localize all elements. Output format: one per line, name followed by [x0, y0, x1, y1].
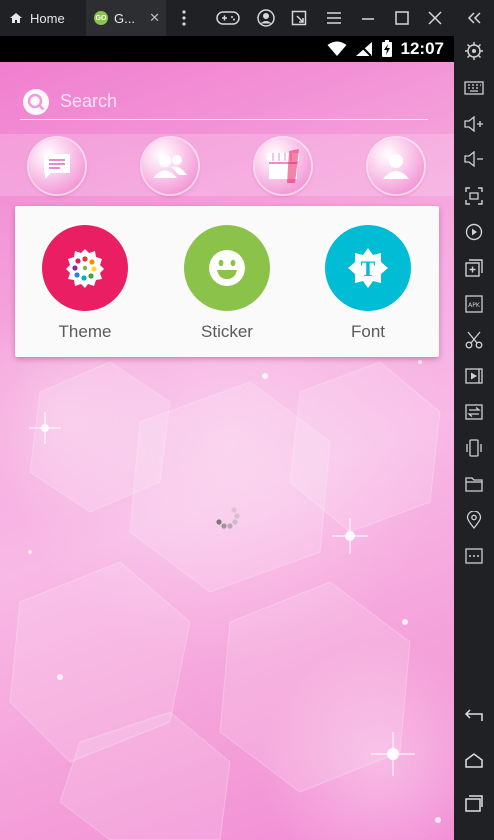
settings-icon[interactable]	[464, 41, 484, 61]
recents-icon[interactable]	[464, 793, 484, 813]
android-status-bar: 12:07	[0, 36, 454, 62]
emulator-window: Home GO G... ✕ 12:07 Search Theme Sticke…	[0, 0, 494, 840]
shortcut-theme-label: Theme	[58, 322, 112, 341]
search-bar[interactable]	[20, 84, 428, 120]
signal-off-icon	[355, 41, 372, 57]
keyboard-icon[interactable]	[464, 78, 484, 98]
tab-app-label: G...	[114, 10, 135, 26]
loading-spinner-icon	[212, 502, 242, 532]
close-icon[interactable]	[425, 8, 445, 28]
tab-close-icon[interactable]: ✕	[149, 10, 160, 26]
emulator-tab-bar: Home GO G... ✕	[0, 0, 494, 36]
collapse-sidebar-icon[interactable]	[454, 0, 494, 36]
apk-icon[interactable]: APK	[464, 294, 484, 314]
font-icon-glyph: T	[361, 256, 376, 281]
volume-down-icon[interactable]	[464, 149, 484, 169]
add-app-icon[interactable]	[464, 258, 484, 278]
launcher-screen: Theme Sticker T Font	[0, 62, 454, 840]
shortcut-card: Theme Sticker T Font	[15, 206, 439, 357]
shortcut-font[interactable]: T Font	[318, 225, 418, 342]
record-icon[interactable]	[464, 366, 484, 386]
more-vertical-icon[interactable]	[174, 8, 194, 28]
status-clock: 12:07	[400, 39, 444, 58]
shortcut-theme[interactable]: Theme	[35, 225, 135, 342]
tab-store[interactable]	[255, 138, 311, 194]
sync-icon[interactable]	[464, 402, 484, 422]
external-window-icon[interactable]	[289, 8, 309, 28]
profile-icon	[383, 154, 409, 179]
category-tabs	[0, 134, 454, 196]
emulator-sidebar: APK	[454, 36, 494, 840]
tab-contacts[interactable]	[142, 138, 198, 194]
tab-home-label: Home	[30, 10, 65, 26]
maximize-icon[interactable]	[392, 8, 412, 28]
rotate-icon[interactable]	[464, 222, 484, 242]
back-icon[interactable]	[464, 705, 484, 725]
battery-charging-icon	[381, 40, 392, 57]
store-icon	[267, 149, 299, 183]
tab-profile[interactable]	[368, 138, 424, 194]
home-icon	[10, 13, 22, 23]
menu-icon[interactable]	[324, 8, 344, 28]
wifi-icon	[327, 41, 347, 56]
more-icon[interactable]	[464, 546, 484, 566]
minimize-icon[interactable]	[358, 8, 378, 28]
contacts-icon	[153, 155, 187, 178]
cut-icon[interactable]	[464, 330, 484, 350]
tab-app[interactable]: GO G... ✕	[86, 0, 166, 36]
tab-home[interactable]: Home	[0, 0, 86, 36]
shortcut-sticker-label: Sticker	[201, 322, 253, 341]
account-icon[interactable]	[256, 8, 276, 28]
apk-label: APK	[468, 302, 481, 309]
theme-icon	[42, 225, 128, 311]
font-icon: T	[325, 225, 411, 311]
shortcut-sticker[interactable]: Sticker	[177, 225, 277, 342]
folder-icon[interactable]	[464, 474, 484, 494]
go-app-icon: GO	[94, 11, 108, 25]
gamepad-icon[interactable]	[216, 8, 240, 28]
screenshot-icon[interactable]	[464, 186, 484, 206]
message-icon	[44, 154, 70, 179]
home-nav-icon[interactable]	[464, 750, 484, 770]
location-icon[interactable]	[464, 510, 484, 530]
sticker-icon	[184, 225, 270, 311]
tab-messages[interactable]	[29, 138, 85, 194]
volume-up-icon[interactable]	[464, 114, 484, 134]
shortcut-font-label: Font	[350, 322, 386, 341]
search-input[interactable]	[60, 88, 420, 114]
shake-icon[interactable]	[464, 438, 484, 458]
search-icon[interactable]	[22, 88, 50, 116]
